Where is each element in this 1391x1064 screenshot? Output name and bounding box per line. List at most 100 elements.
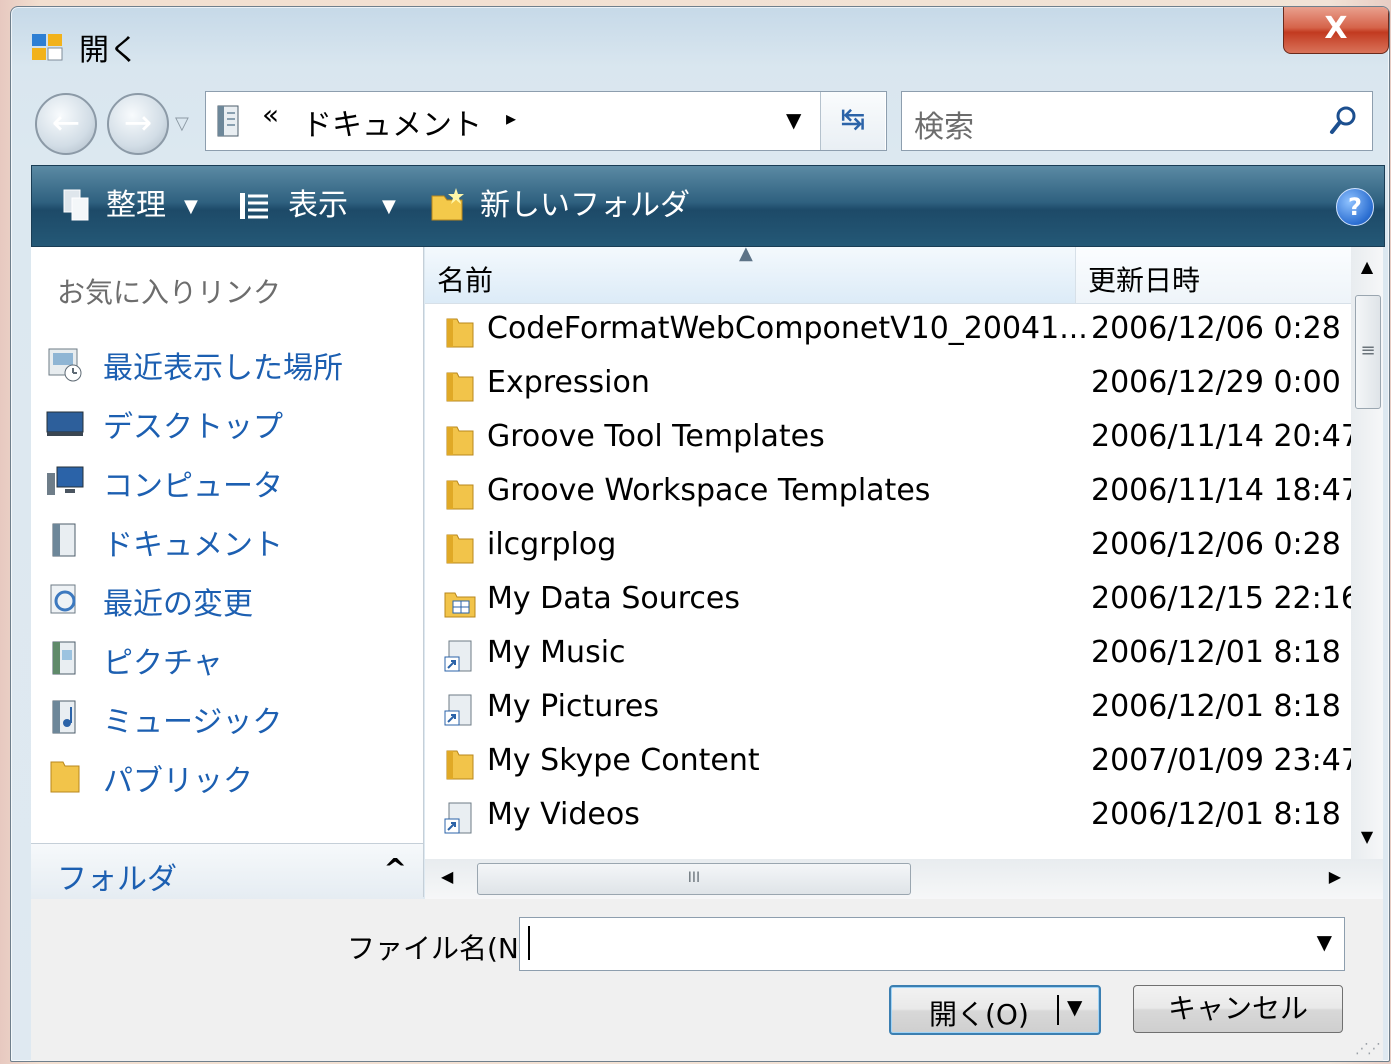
data-sources-folder-icon bbox=[444, 592, 476, 618]
file-name: Groove Workspace Templates bbox=[487, 473, 931, 508]
open-file-dialog: 開く X ← → ▽ « ドキュメント ▸ ▼ ↹ 検索 整理 ▼ 表示 ▼ 新… bbox=[10, 6, 1390, 1062]
fav-item-label: 最近表示した場所 bbox=[103, 351, 343, 386]
open-dropdown-icon[interactable]: ▼ bbox=[1067, 995, 1082, 1019]
filename-label: ファイル名(N): bbox=[347, 932, 540, 965]
title-bar[interactable]: 開く X bbox=[11, 7, 1389, 77]
fav-item-desktop[interactable]: デスクトップ bbox=[45, 398, 415, 446]
fav-item-label: パブリック bbox=[103, 764, 253, 799]
dialog-title: 開く bbox=[79, 33, 139, 68]
folder-icon bbox=[446, 318, 474, 348]
table-row[interactable]: Groove Workspace Templates 2006/11/14 18… bbox=[425, 467, 1360, 521]
forward-arrow-icon: → bbox=[123, 103, 153, 143]
filename-dropdown-icon[interactable]: ▼ bbox=[1317, 930, 1332, 954]
fav-item-documents[interactable]: ドキュメント bbox=[45, 516, 415, 564]
recent-places-icon bbox=[48, 348, 82, 382]
refresh-button[interactable]: ↹ bbox=[820, 92, 885, 150]
help-icon[interactable]: ? bbox=[1336, 188, 1374, 226]
table-row[interactable]: CodeFormatWebComponetV10_20041... 2006/1… bbox=[425, 305, 1351, 359]
folders-label: フォルダ bbox=[57, 862, 177, 897]
table-row[interactable]: My Music 2006/12/01 8:18 bbox=[425, 629, 1351, 683]
vertical-scroll-thumb[interactable]: ≡ bbox=[1355, 295, 1381, 409]
table-row[interactable]: Groove Tool Templates 2006/11/14 20:47 bbox=[425, 413, 1360, 467]
new-folder-button[interactable]: 新しいフォルダ bbox=[480, 184, 690, 228]
file-name: My Skype Content bbox=[487, 743, 760, 778]
search-box[interactable]: 検索 bbox=[901, 91, 1373, 151]
shortcut-icon bbox=[444, 802, 472, 834]
table-row[interactable]: My Pictures 2006/12/01 8:18 bbox=[425, 683, 1351, 737]
folder-icon bbox=[446, 426, 474, 456]
command-toolbar: 整理 ▼ 表示 ▼ 新しいフォルダ ? bbox=[31, 165, 1385, 247]
recent-pages-dropdown[interactable]: ▽ bbox=[175, 113, 189, 134]
organize-dropdown-icon[interactable]: ▼ bbox=[184, 196, 198, 217]
view-dropdown-icon[interactable]: ▼ bbox=[382, 196, 396, 217]
close-button[interactable]: X bbox=[1283, 7, 1389, 54]
fav-item-computer[interactable]: コンピュータ bbox=[45, 457, 415, 505]
path-segment-arrow[interactable]: ▸ bbox=[506, 106, 516, 130]
address-overflow-chevron[interactable]: « bbox=[262, 98, 279, 131]
address-history-dropdown[interactable]: ▼ bbox=[786, 108, 801, 132]
horizontal-scroll-thumb[interactable]: III bbox=[477, 863, 911, 895]
organize-icon bbox=[63, 189, 89, 221]
vertical-scrollbar[interactable]: ▲ ≡ ▼ bbox=[1351, 247, 1383, 859]
folder-icon bbox=[446, 534, 474, 564]
favorite-links-pane: お気に入りリンク 最近表示した場所 デスクトップ コンピュータ ドキュメント 最… bbox=[31, 247, 424, 897]
scroll-right-icon[interactable]: ▶ bbox=[1329, 867, 1341, 886]
fav-item-label: コンピュータ bbox=[103, 469, 283, 504]
chevron-up-icon[interactable]: ^ bbox=[384, 852, 407, 885]
cancel-button[interactable]: キャンセル bbox=[1133, 985, 1343, 1033]
public-folder-icon bbox=[50, 761, 80, 793]
file-modified-date: 2007/01/09 23:47 bbox=[1091, 743, 1360, 778]
file-name: Expression bbox=[487, 365, 650, 400]
computer-icon bbox=[47, 466, 84, 495]
file-modified-date: 2006/12/06 0:28 bbox=[1091, 527, 1341, 562]
fav-item-public[interactable]: パブリック bbox=[45, 752, 415, 800]
file-modified-date: 2006/11/14 20:47 bbox=[1091, 419, 1360, 454]
fav-item-pictures[interactable]: ピクチャ bbox=[45, 634, 415, 682]
table-row[interactable]: My Videos 2006/12/01 8:18 bbox=[425, 791, 1351, 845]
scroll-up-icon[interactable]: ▲ bbox=[1351, 257, 1383, 276]
address-path-segment[interactable]: ドキュメント bbox=[302, 100, 482, 144]
resize-grip-icon[interactable]: ⋰⋰ bbox=[1355, 1041, 1381, 1057]
table-row[interactable]: My Data Sources 2006/12/15 22:16 bbox=[425, 575, 1360, 629]
column-header-modified-label: 更新日時 bbox=[1088, 264, 1201, 297]
documents-icon bbox=[217, 105, 239, 137]
dialog-footer: ファイル名(N): ▼ 開く(O) ▼ キャンセル ⋰⋰ bbox=[31, 899, 1383, 1061]
fav-item-music[interactable]: ミュージック bbox=[45, 693, 415, 741]
horizontal-scrollbar[interactable]: ◀ III ▶ bbox=[425, 859, 1383, 899]
view-menu[interactable]: 表示 bbox=[288, 184, 348, 228]
file-modified-date: 2006/12/01 8:18 bbox=[1091, 689, 1341, 724]
shortcut-icon bbox=[444, 694, 472, 726]
search-icon[interactable] bbox=[1328, 104, 1360, 136]
table-row[interactable]: My Skype Content 2007/01/09 23:47 bbox=[425, 737, 1360, 791]
column-header-name-label: 名前 bbox=[437, 264, 494, 297]
scroll-left-icon[interactable]: ◀ bbox=[441, 867, 453, 886]
folders-toggle-bar[interactable]: フォルダ ^ bbox=[31, 843, 423, 900]
back-button[interactable]: ← bbox=[35, 93, 97, 155]
column-header-name[interactable]: 名前 ▲ bbox=[425, 243, 1076, 304]
folder-icon bbox=[446, 480, 474, 510]
file-modified-date: 2006/12/29 0:00 bbox=[1091, 365, 1341, 400]
filename-combobox[interactable]: ▼ bbox=[519, 917, 1345, 971]
address-bar[interactable]: « ドキュメント ▸ ▼ ↹ bbox=[205, 91, 887, 151]
fav-item-label: 最近の変更 bbox=[103, 587, 253, 622]
file-name: ilcgrplog bbox=[487, 527, 617, 562]
folder-icon bbox=[446, 750, 474, 780]
search-input[interactable]: 検索 bbox=[914, 102, 974, 146]
fav-item-recent-places[interactable]: 最近表示した場所 bbox=[45, 339, 415, 387]
file-name: My Pictures bbox=[487, 689, 659, 724]
organize-menu[interactable]: 整理 bbox=[106, 184, 166, 228]
shortcut-icon bbox=[444, 640, 472, 672]
scroll-down-icon[interactable]: ▼ bbox=[1351, 827, 1383, 846]
open-button[interactable]: 開く(O) ▼ bbox=[889, 985, 1101, 1035]
open-split-divider bbox=[1057, 995, 1059, 1025]
fav-item-recently-changed[interactable]: 最近の変更 bbox=[45, 575, 415, 623]
column-header-modified[interactable]: 更新日時 bbox=[1076, 247, 1351, 304]
forward-button[interactable]: → bbox=[107, 93, 169, 155]
pictures-icon bbox=[52, 641, 76, 675]
desktop-icon bbox=[46, 411, 84, 436]
file-name: My Videos bbox=[487, 797, 640, 832]
table-row[interactable]: ilcgrplog 2006/12/06 0:28 bbox=[425, 521, 1351, 575]
table-row[interactable]: Expression 2006/12/29 0:00 bbox=[425, 359, 1351, 413]
file-modified-date: 2006/12/01 8:18 bbox=[1091, 797, 1341, 832]
open-button-label: 開く(O) bbox=[929, 998, 1029, 1031]
